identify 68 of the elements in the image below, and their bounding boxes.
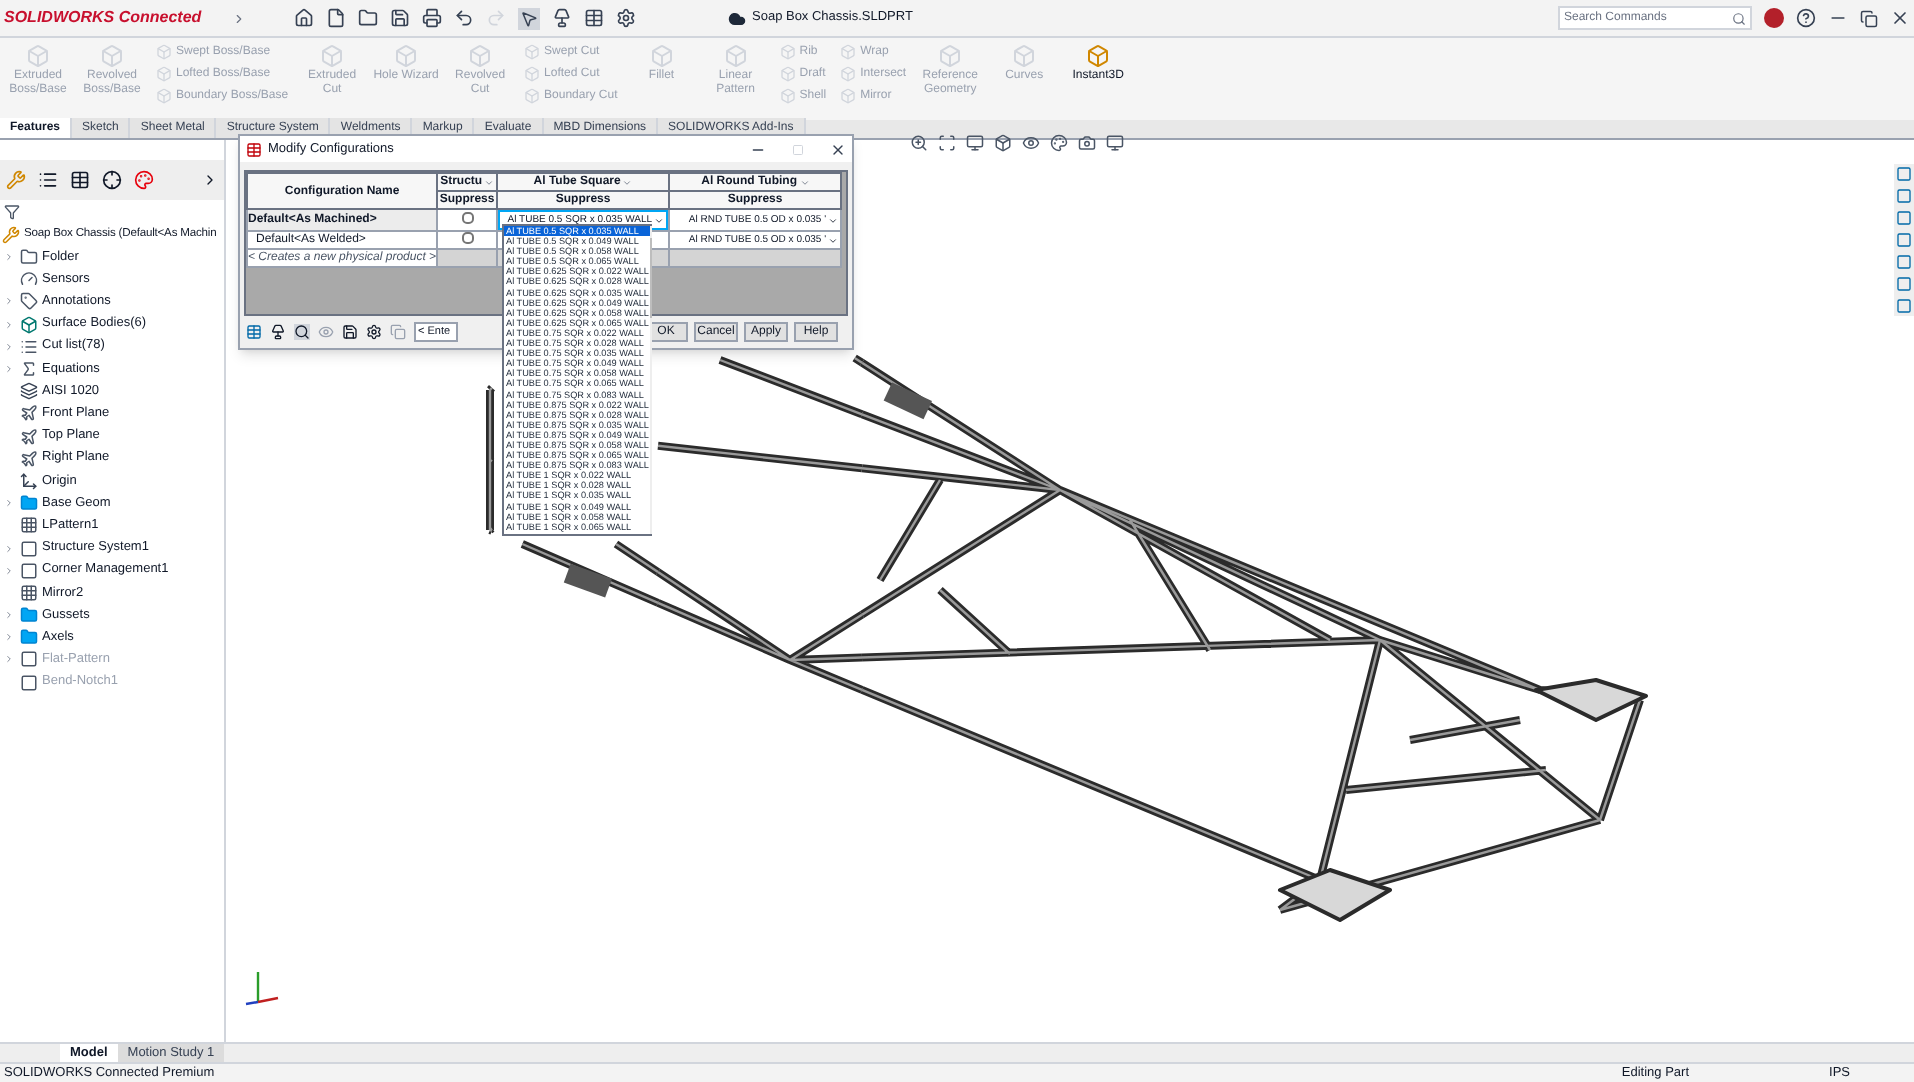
select-icon[interactable] (518, 7, 540, 29)
zoom-icon[interactable] (910, 134, 928, 152)
print-icon[interactable] (422, 8, 442, 28)
search-icon (1732, 11, 1746, 25)
command-icon (468, 44, 493, 68)
command-icon (100, 44, 124, 68)
command-icon (1086, 44, 1111, 68)
command-icon (524, 66, 541, 82)
settings-icon[interactable] (366, 324, 382, 340)
command-icon (524, 44, 541, 60)
command-icon (779, 44, 796, 60)
table-icon[interactable] (246, 324, 262, 340)
command-icon (394, 44, 419, 68)
undo-icon[interactable] (454, 8, 474, 28)
folder-icon (20, 494, 38, 513)
command-icon (938, 44, 963, 68)
dropdown-list[interactable] (502, 224, 652, 536)
command-icon (840, 88, 857, 104)
zoom-area-icon[interactable] (938, 134, 956, 152)
expand-menu-icon[interactable] (232, 11, 246, 25)
command-icon (779, 66, 796, 82)
command-icon (649, 44, 674, 68)
command-icon (840, 44, 857, 60)
cloud-icon (728, 9, 746, 27)
command-icon (320, 44, 345, 68)
plane-icon (20, 427, 38, 446)
body-icon (20, 315, 38, 334)
command-icon (26, 44, 50, 68)
close-icon[interactable] (1890, 8, 1910, 28)
more-tabs-icon[interactable] (202, 172, 218, 188)
pattern-icon (20, 583, 38, 602)
folder-icon (20, 628, 38, 647)
folder-icon (20, 248, 38, 267)
new-file-icon[interactable] (326, 8, 346, 28)
command-icon (156, 44, 172, 60)
folder-icon (20, 606, 38, 625)
app-logo: SOLIDWORKS Connected (4, 6, 204, 30)
save-icon[interactable] (342, 324, 358, 340)
command-icon (840, 66, 857, 82)
list-icon (20, 337, 38, 356)
restore-icon[interactable] (1860, 9, 1878, 27)
plane-icon (20, 449, 38, 468)
sensor-icon (20, 270, 38, 289)
suppress-checkbox[interactable] (461, 232, 474, 245)
pattern-icon (20, 516, 38, 535)
appearance-icon[interactable] (1050, 134, 1068, 152)
annotation-icon (20, 292, 38, 311)
avatar (1764, 8, 1784, 28)
origin-icon (20, 471, 38, 490)
sigma-icon (20, 360, 38, 379)
save-icon[interactable] (390, 8, 410, 28)
command-icon (156, 88, 172, 104)
help-icon[interactable] (1796, 8, 1816, 28)
hide-show-icon[interactable] (1022, 134, 1040, 152)
plane-icon (20, 404, 38, 423)
axis-triad-drawing (242, 966, 282, 1006)
command-icon (779, 88, 796, 104)
dialog-icon (246, 141, 262, 157)
close-icon[interactable] (830, 141, 846, 157)
part-icon (2, 226, 20, 244)
settings-icon[interactable] (616, 8, 636, 28)
command-icon (156, 66, 172, 82)
suppress-checkbox[interactable] (461, 212, 474, 225)
command-icon (723, 44, 748, 68)
command-icon (524, 88, 541, 104)
command-icon (1012, 44, 1037, 68)
home-icon[interactable] (294, 8, 314, 28)
open-icon[interactable] (358, 8, 378, 28)
